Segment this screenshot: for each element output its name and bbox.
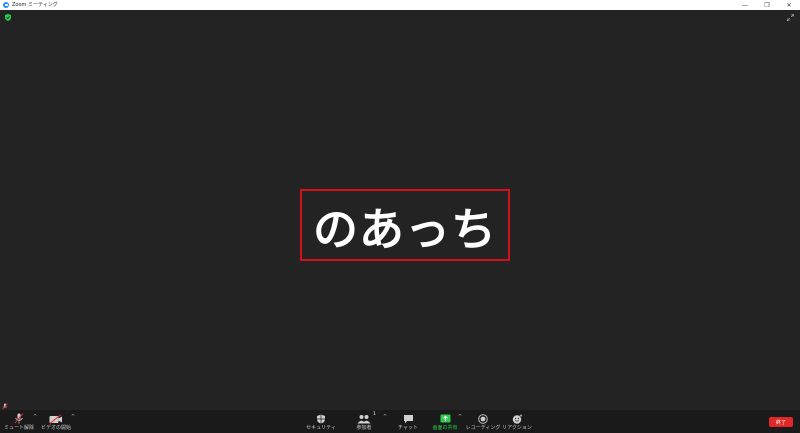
chat-bubble-icon xyxy=(403,415,413,424)
video-options-caret[interactable]: ^ xyxy=(71,414,75,420)
muted-mic-indicator-icon xyxy=(2,403,8,410)
share-options-caret[interactable]: ^ xyxy=(458,414,462,420)
participants-label: 参加者 xyxy=(356,425,372,431)
video-off-icon xyxy=(49,414,62,424)
end-meeting-button[interactable]: 終了 xyxy=(769,417,793,427)
record-label: レコーディング xyxy=(465,425,501,431)
participant-name: のあっち xyxy=(312,202,497,256)
reactions-button[interactable]: リアクション xyxy=(502,410,532,433)
encryption-shield-icon[interactable] xyxy=(5,14,11,21)
video-stage: のあっち xyxy=(0,10,800,410)
unmute-label: ミュート解除 xyxy=(4,425,35,431)
maximize-button[interactable]: ❐ xyxy=(756,0,778,10)
participants-button[interactable]: 1 参加者 xyxy=(351,410,377,433)
participants-options-caret[interactable]: ^ xyxy=(383,414,387,420)
audio-options-caret[interactable]: ^ xyxy=(33,414,37,420)
record-button[interactable]: レコーディング xyxy=(465,410,501,433)
meeting-toolbar: ミュート解除 ^ ビデオの開始 ^ セキュリティ 1 参加者 ^ チャット 画面… xyxy=(0,410,800,433)
participants-count: 1 xyxy=(372,411,376,417)
start-video-label: ビデオの開始 xyxy=(40,425,71,431)
participants-icon xyxy=(357,415,371,424)
window-controls: — ❐ ✕ xyxy=(734,0,800,10)
close-button[interactable]: ✕ xyxy=(778,0,800,10)
reactions-smiley-icon xyxy=(512,414,522,424)
window-titlebar: Zoom ミーティング — ❐ ✕ xyxy=(0,0,800,10)
microphone-muted-icon xyxy=(14,413,24,424)
participant-name-highlight: のあっち xyxy=(300,189,510,261)
chat-label: チャット xyxy=(398,425,418,431)
share-screen-icon xyxy=(440,414,450,423)
minimize-button[interactable]: — xyxy=(734,0,756,10)
zoom-logo-icon xyxy=(3,2,9,8)
share-screen-label: 画面の共有 xyxy=(432,425,458,431)
security-shield-icon xyxy=(317,414,325,424)
reactions-label: リアクション xyxy=(502,425,532,431)
share-screen-button[interactable]: 画面の共有 xyxy=(430,410,460,433)
fullscreen-icon[interactable] xyxy=(787,14,794,21)
start-video-button[interactable]: ビデオの開始 xyxy=(40,410,72,433)
chat-button[interactable]: チャット xyxy=(396,410,420,433)
unmute-button[interactable]: ミュート解除 xyxy=(4,410,34,433)
window-title: Zoom ミーティング xyxy=(12,2,58,8)
record-icon xyxy=(478,414,488,424)
security-button[interactable]: セキュリティ xyxy=(306,410,336,433)
security-label: セキュリティ xyxy=(306,425,336,431)
